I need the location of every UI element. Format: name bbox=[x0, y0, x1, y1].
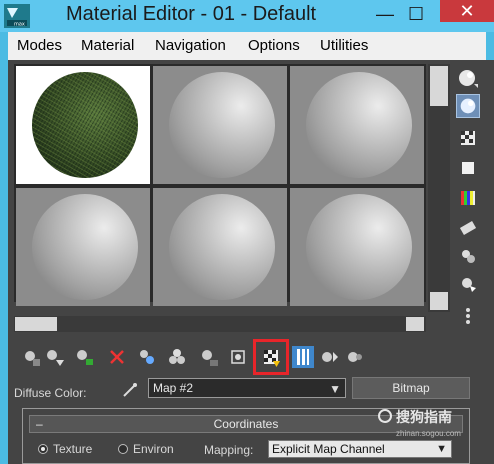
svg-text:max: max bbox=[14, 22, 25, 28]
slots-vertical-scrollbar[interactable] bbox=[428, 64, 450, 312]
chevron-down-icon: ▼ bbox=[436, 443, 447, 455]
reset-map-icon[interactable] bbox=[106, 346, 128, 368]
sample-slot-6[interactable] bbox=[290, 188, 424, 306]
backlight-icon[interactable] bbox=[456, 94, 480, 118]
sample-slots-grid bbox=[14, 64, 426, 306]
material-id-channel-icon[interactable] bbox=[198, 346, 220, 368]
options-icon[interactable] bbox=[456, 244, 480, 268]
menu-modes[interactable]: Modes bbox=[17, 37, 62, 54]
mapping-dropdown[interactable]: Explicit Map Channel ▼ bbox=[268, 440, 452, 458]
go-to-parent-icon[interactable] bbox=[318, 346, 340, 368]
close-button[interactable]: ✕ bbox=[440, 0, 494, 22]
mapping-label: Mapping: bbox=[204, 443, 254, 457]
sample-slot-2[interactable] bbox=[153, 66, 287, 184]
texture-radio[interactable] bbox=[38, 444, 48, 454]
texture-radio-label: Texture bbox=[53, 442, 93, 456]
assign-to-selection-icon[interactable] bbox=[74, 346, 96, 368]
diffuse-color-label: Diffuse Color: bbox=[14, 386, 87, 400]
put-to-library-icon[interactable] bbox=[166, 346, 188, 368]
slots-horizontal-scrollbar[interactable] bbox=[14, 316, 426, 332]
put-to-scene-icon[interactable] bbox=[44, 346, 66, 368]
eyedropper-icon[interactable] bbox=[120, 380, 140, 400]
watermark-main-text: 搜狗指南 bbox=[396, 409, 452, 425]
coordinates-title: Coordinates bbox=[213, 417, 279, 431]
menu-bar: Modes Material Navigation Options Utilit… bbox=[0, 32, 494, 60]
mapping-value: Explicit Map Channel bbox=[272, 442, 385, 456]
show-end-result-icon[interactable] bbox=[292, 346, 314, 368]
gray-material-sphere bbox=[306, 194, 412, 300]
gray-material-sphere bbox=[32, 194, 138, 300]
video-color-check-icon[interactable] bbox=[456, 186, 480, 210]
sample-slot-1[interactable] bbox=[16, 66, 150, 184]
make-preview-icon[interactable] bbox=[456, 216, 480, 240]
menu-utilities[interactable]: Utilities bbox=[320, 37, 368, 54]
background-checker-icon[interactable] bbox=[456, 126, 480, 150]
side-toolbar bbox=[456, 64, 484, 334]
sample-slot-3[interactable] bbox=[290, 66, 424, 184]
sample-slot-5[interactable] bbox=[153, 188, 287, 306]
vertical-scroll-thumb[interactable] bbox=[430, 66, 448, 106]
minimize-button[interactable]: — bbox=[376, 4, 394, 25]
gray-material-sphere bbox=[306, 72, 412, 178]
environ-radio-label: Environ bbox=[133, 442, 174, 456]
chevron-down-icon: ▼ bbox=[329, 382, 341, 396]
show-map-in-viewport-icon[interactable] bbox=[253, 339, 289, 375]
map-name-value: Map #2 bbox=[153, 381, 194, 395]
watermark-url: zhinan.sogou.com bbox=[396, 429, 461, 438]
maximize-button[interactable]: ☐ bbox=[408, 4, 424, 25]
select-by-material-icon[interactable] bbox=[456, 272, 480, 296]
material-toolbar bbox=[14, 339, 444, 375]
map-name-dropdown[interactable]: Map #2 ▼ bbox=[148, 378, 346, 398]
sample-uv-tiling-icon[interactable] bbox=[456, 156, 480, 180]
menu-material[interactable]: Material bbox=[81, 37, 134, 54]
scroll-right-stub[interactable] bbox=[406, 317, 424, 331]
get-material-icon[interactable] bbox=[22, 346, 44, 368]
environ-radio[interactable] bbox=[118, 444, 128, 454]
gray-material-sphere bbox=[169, 72, 275, 178]
watermark: 搜狗指南 zhinan.sogou.com bbox=[378, 404, 488, 442]
menu-navigation[interactable]: Navigation bbox=[155, 37, 226, 54]
gray-material-sphere bbox=[169, 194, 275, 300]
make-unique-icon[interactable] bbox=[136, 346, 158, 368]
material-map-navigator-icon[interactable] bbox=[456, 304, 480, 328]
show-shaded-material-icon[interactable] bbox=[228, 346, 250, 368]
window-title: Material Editor - 01 - Default bbox=[66, 3, 317, 25]
horizontal-scroll-thumb[interactable] bbox=[15, 317, 57, 331]
map-type-button[interactable]: Bitmap bbox=[352, 377, 470, 399]
menu-options[interactable]: Options bbox=[248, 37, 300, 54]
go-forward-to-sibling-icon[interactable] bbox=[344, 346, 366, 368]
sample-slot-4[interactable] bbox=[16, 188, 150, 306]
grass-material-sphere bbox=[32, 72, 138, 178]
sogou-logo-icon bbox=[378, 409, 392, 423]
3dsmax-app-icon[interactable]: max bbox=[4, 4, 30, 28]
title-bar: max Material Editor - 01 - Default — ☐ ✕ bbox=[0, 0, 494, 32]
scroll-down-stub[interactable] bbox=[430, 292, 448, 310]
sample-type-sphere-icon[interactable] bbox=[456, 66, 480, 90]
collapse-icon[interactable]: – bbox=[36, 416, 43, 432]
